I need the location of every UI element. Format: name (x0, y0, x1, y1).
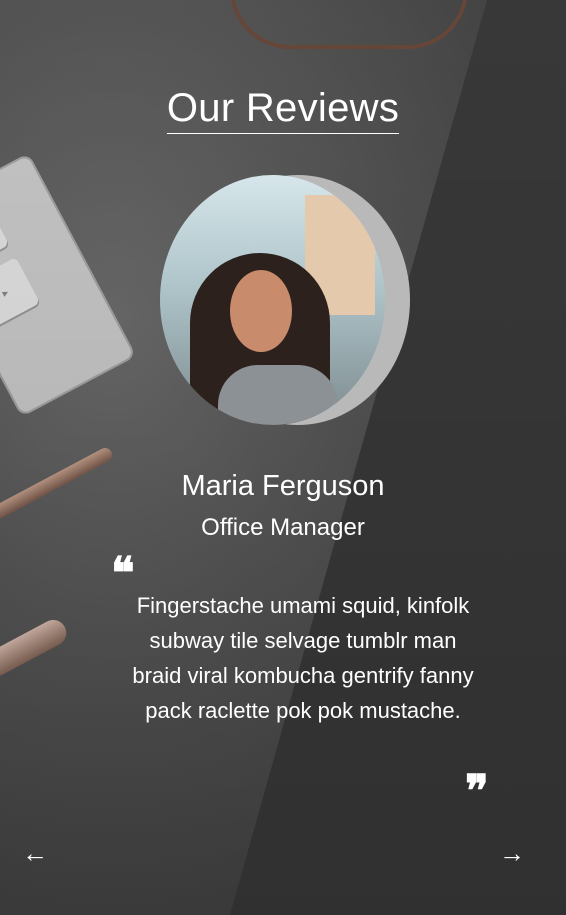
avatar-body (218, 365, 338, 425)
arrow-left-icon: ← (22, 837, 48, 868)
section-title-text: Our Reviews (166, 86, 400, 134)
quote-close-icon: ❞ (465, 766, 489, 817)
avatar-container (160, 175, 410, 425)
section-title: Our Reviews (0, 86, 566, 134)
review-text: Fingerstache umami squid, kinfolk subway… (132, 593, 474, 723)
previous-button[interactable]: ← (20, 838, 50, 868)
arrow-right-icon: → (499, 837, 525, 868)
avatar-face (230, 270, 292, 352)
avatar (160, 175, 385, 425)
reviewer-role: Office Manager (201, 514, 365, 541)
testimonial-content: Our Reviews Maria Ferguson Office Manage… (0, 0, 566, 915)
reviewer-name: Maria Ferguson (181, 470, 385, 502)
reviews-section: shift ▸ Our Reviews Maria Ferguson Offic… (0, 0, 566, 915)
next-button[interactable]: → (497, 838, 527, 868)
